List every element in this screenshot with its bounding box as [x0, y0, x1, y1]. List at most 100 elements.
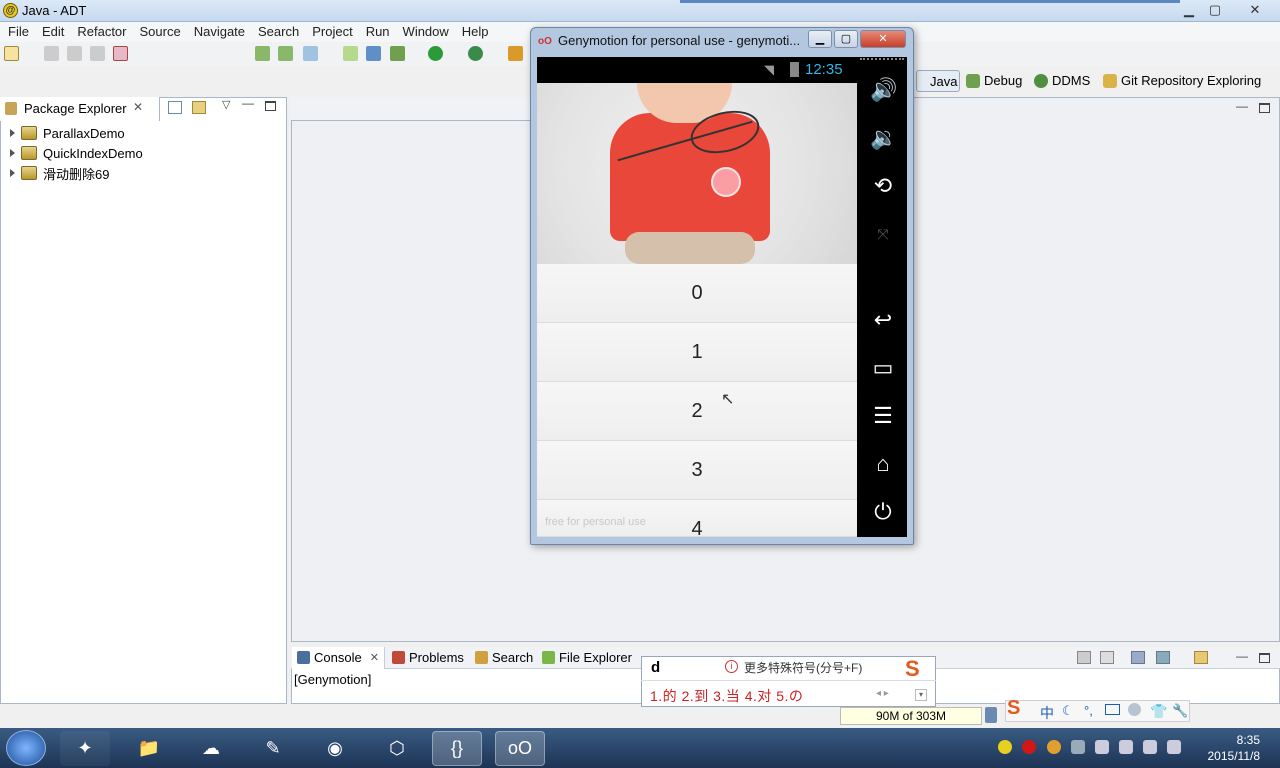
- new-android-project-icon[interactable]: [343, 46, 358, 61]
- perspective-git[interactable]: Git Repository Exploring: [1103, 73, 1261, 88]
- menu-help[interactable]: Help: [458, 22, 493, 42]
- avd-manager-icon[interactable]: [278, 46, 293, 61]
- volume-up-icon[interactable]: 🔊: [870, 77, 897, 103]
- debug-icon[interactable]: [390, 46, 405, 61]
- garbage-collect-icon[interactable]: [985, 707, 997, 723]
- pixel-perfect-icon[interactable]: ⤧: [870, 221, 896, 247]
- close-tab-icon[interactable]: ✕: [370, 651, 379, 664]
- list-item[interactable]: 0: [537, 264, 857, 323]
- menu-window[interactable]: Window: [399, 22, 453, 42]
- genymotion-taskbar-icon[interactable]: oO: [495, 731, 545, 766]
- scroll-lock-icon[interactable]: [1100, 651, 1114, 664]
- ime-expand-icon[interactable]: ▾: [915, 689, 927, 701]
- tray-flag-icon[interactable]: [1095, 740, 1109, 754]
- back-icon[interactable]: ↩: [870, 307, 896, 333]
- menu-edit[interactable]: Edit: [38, 22, 68, 42]
- minimize-view-icon[interactable]: —: [242, 96, 254, 110]
- perspective-debug[interactable]: Debug: [966, 73, 1022, 88]
- settings-wrench-icon[interactable]: 🔧: [1172, 703, 1188, 719]
- tray-record-icon[interactable]: [1022, 740, 1036, 754]
- editor-minimize-icon[interactable]: —: [1236, 99, 1248, 113]
- genymotion-toolbar-icon[interactable]: [113, 46, 128, 61]
- menu-navigate[interactable]: Navigate: [190, 22, 249, 42]
- console-minimize-icon[interactable]: —: [1236, 649, 1248, 663]
- skin-icon[interactable]: 👕: [1150, 703, 1167, 720]
- genymotion-minimize-button[interactable]: ▁: [808, 30, 832, 48]
- perspective-java[interactable]: Java: [930, 74, 957, 89]
- chinese-mode-icon[interactable]: 中: [1040, 703, 1054, 723]
- save-all-icon[interactable]: [67, 46, 82, 61]
- tray-network-icon[interactable]: [1143, 740, 1157, 754]
- expand-icon[interactable]: [10, 169, 15, 177]
- menu-icon[interactable]: ☰: [870, 403, 896, 429]
- recent-apps-icon[interactable]: ▭: [870, 355, 896, 381]
- maximize-view-icon[interactable]: [265, 101, 276, 111]
- lint-icon[interactable]: [303, 46, 318, 61]
- tree-item-parallaxdemo[interactable]: ParallaxDemo: [10, 123, 125, 143]
- view-menu-icon[interactable]: ▽: [222, 98, 230, 111]
- print-icon[interactable]: [90, 46, 105, 61]
- maximize-button[interactable]: ▢: [1202, 0, 1228, 20]
- half-width-icon[interactable]: ☾: [1062, 703, 1074, 719]
- file-explorer-taskbar-icon[interactable]: 📁: [124, 731, 174, 766]
- genymotion-close-button[interactable]: ✕: [860, 30, 906, 48]
- genymotion-maximize-button[interactable]: ▢: [834, 30, 858, 48]
- run-external-icon[interactable]: [468, 46, 483, 61]
- network-taskbar-icon[interactable]: ⬡: [372, 731, 422, 766]
- sogou-status-icon[interactable]: S: [1007, 697, 1020, 720]
- tab-problems[interactable]: Problems: [392, 650, 464, 665]
- tray-usb-icon[interactable]: [1071, 740, 1085, 754]
- menu-project[interactable]: Project: [308, 22, 356, 42]
- ime-page-prev-icon[interactable]: ◂ ▸: [876, 688, 889, 699]
- heap-status[interactable]: 90M of 303M: [840, 707, 982, 725]
- keyboard-icon[interactable]: [1105, 704, 1120, 715]
- menu-search[interactable]: Search: [254, 22, 303, 42]
- adt-taskbar-icon[interactable]: {}: [432, 731, 482, 766]
- new-icon[interactable]: [4, 46, 19, 61]
- taskbar-app-icon[interactable]: ✦: [60, 731, 110, 766]
- tray-device-icon[interactable]: [1119, 740, 1133, 754]
- list-item[interactable]: 2: [537, 382, 857, 441]
- editor-taskbar-icon[interactable]: ✎: [248, 731, 298, 766]
- list-item[interactable]: 1: [537, 323, 857, 382]
- chrome-taskbar-icon[interactable]: ◉: [310, 731, 360, 766]
- start-button[interactable]: [6, 730, 46, 766]
- clear-console-icon[interactable]: [1077, 651, 1091, 664]
- menu-run[interactable]: Run: [362, 22, 394, 42]
- display-console-icon[interactable]: [1156, 651, 1170, 664]
- editor-maximize-icon[interactable]: [1259, 103, 1270, 113]
- package-explorer-tab[interactable]: Package Explorer ✕: [0, 97, 160, 121]
- menu-refactor[interactable]: Refactor: [73, 22, 130, 42]
- menu-file[interactable]: File: [4, 22, 33, 42]
- save-icon[interactable]: [44, 46, 59, 61]
- menu-source[interactable]: Source: [136, 22, 185, 42]
- tree-item-quickindexdemo[interactable]: QuickIndexDemo: [10, 143, 143, 163]
- tree-item-slide-delete[interactable]: 滑动删除69: [10, 163, 109, 183]
- expand-icon[interactable]: [10, 149, 15, 157]
- console-maximize-icon[interactable]: [1259, 653, 1270, 663]
- run-icon[interactable]: [428, 46, 443, 61]
- tools-icon[interactable]: [508, 46, 523, 61]
- punctuation-icon[interactable]: °,: [1084, 703, 1093, 718]
- list-item[interactable]: 3: [537, 441, 857, 500]
- rotate-icon[interactable]: ⟲: [870, 173, 896, 199]
- cloud-taskbar-icon[interactable]: ☁: [186, 731, 236, 766]
- pin-console-icon[interactable]: [1131, 651, 1145, 664]
- link-with-editor-icon[interactable]: [192, 101, 206, 114]
- tab-search[interactable]: Search: [475, 650, 533, 665]
- ime-candidates[interactable]: 1.的 2.到 3.当 4.对 5.の: [650, 686, 803, 706]
- volume-down-icon[interactable]: 🔉: [870, 125, 897, 151]
- perspective-ddms[interactable]: DDMS: [1034, 73, 1090, 88]
- power-icon[interactable]: ⏻: [870, 499, 896, 525]
- close-tab-icon[interactable]: ✕: [133, 100, 143, 114]
- sdk-manager-icon[interactable]: [255, 46, 270, 61]
- tab-file-explorer[interactable]: File Explorer: [542, 650, 632, 665]
- tab-console[interactable]: Console ✕: [297, 650, 379, 665]
- skip-breakpoints-icon[interactable]: [366, 46, 381, 61]
- tray-color-icon[interactable]: [1047, 740, 1061, 754]
- expand-icon[interactable]: [10, 129, 15, 137]
- tray-volume-icon[interactable]: [1167, 740, 1181, 754]
- close-button[interactable]: ✕: [1240, 0, 1270, 20]
- open-console-icon[interactable]: [1194, 651, 1208, 664]
- minimize-button[interactable]: ▁: [1176, 0, 1202, 20]
